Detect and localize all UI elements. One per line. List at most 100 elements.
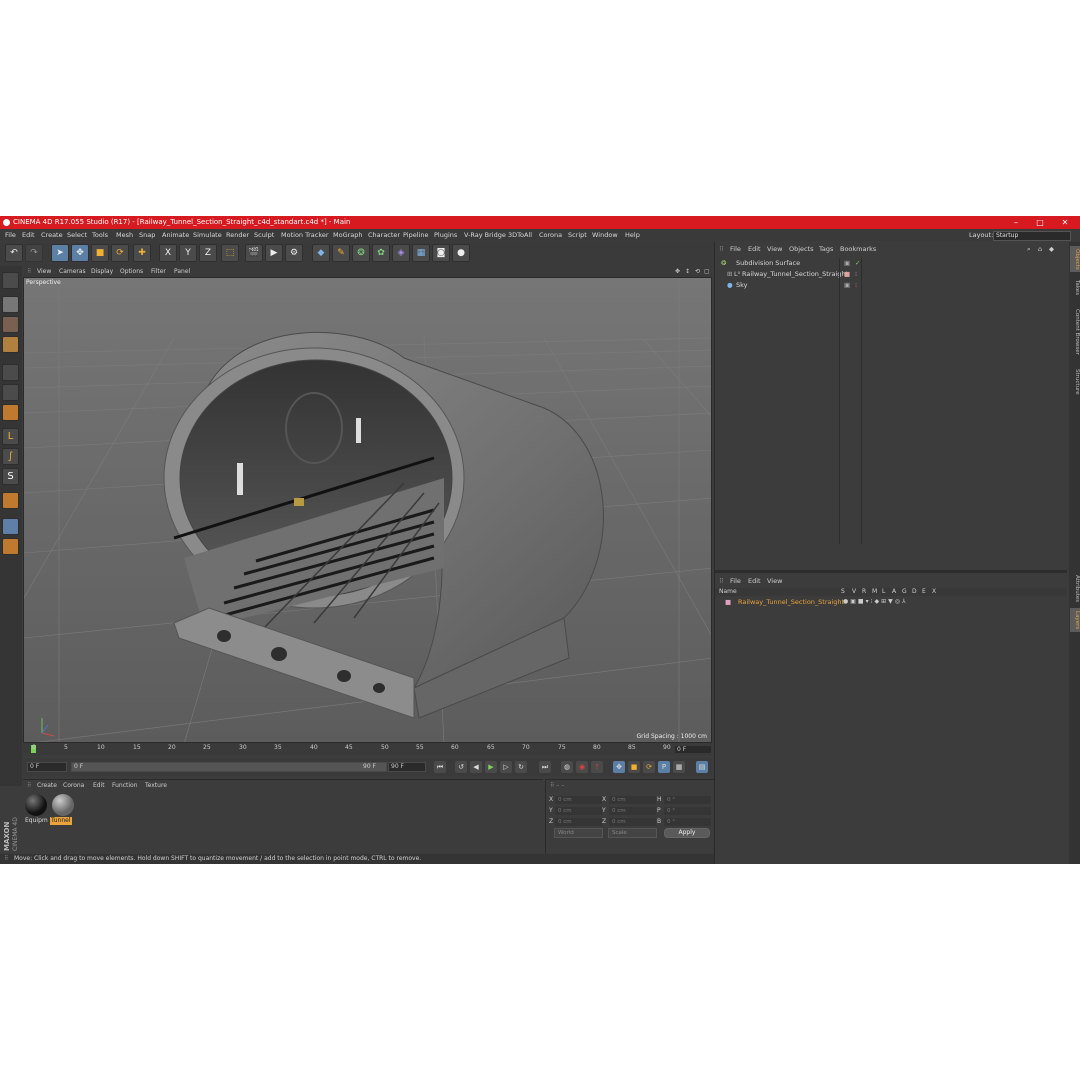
material-swatch-equipm[interactable] [25, 794, 47, 816]
object-menu-bookmarks[interactable]: Bookmarks [840, 244, 876, 255]
rotation-h-field[interactable]: 0 ° [664, 796, 711, 804]
visibility-icon[interactable]: ▣ [844, 258, 850, 268]
edges-mode-icon[interactable] [2, 384, 19, 401]
menu-vray-bridge[interactable]: V-Ray Bridge [464, 229, 506, 241]
menu-mograph[interactable]: MoGraph [333, 229, 363, 241]
object-home-icon[interactable]: ⌂ [1038, 244, 1042, 255]
scale-key-icon[interactable]: ■ [628, 761, 640, 773]
deformer-icon[interactable]: ◈ [392, 244, 410, 262]
material-name[interactable]: Equipm [24, 817, 49, 825]
visibility-dots-icon[interactable]: ⁝ [855, 280, 857, 290]
viewport-rotate-icon[interactable]: ⟲ [695, 266, 700, 277]
render-picture-icon[interactable]: ▶ [265, 244, 283, 262]
start-frame-field[interactable]: 0 F [27, 762, 67, 772]
menu-tools[interactable]: Tools [92, 229, 108, 241]
viewport-zoom-icon[interactable]: ↕ [685, 266, 690, 277]
points-mode-icon[interactable] [2, 364, 19, 381]
material-menu-edit[interactable]: Edit [93, 780, 105, 791]
viewport-toggle-icon[interactable]: ▢ [704, 266, 710, 277]
undo-icon[interactable]: ↶ [5, 244, 23, 262]
menu-file[interactable]: File [5, 229, 16, 241]
end-frame-field[interactable]: 90 F [388, 762, 426, 772]
light-icon[interactable]: ● [452, 244, 470, 262]
layout-select[interactable]: Startup [993, 231, 1071, 241]
floor-icon[interactable]: ▦ [412, 244, 430, 262]
side-tab-objects[interactable]: Objects [1070, 246, 1080, 272]
menu-help[interactable]: Help [625, 229, 640, 241]
previous-key-icon[interactable]: ↺ [455, 761, 467, 773]
lock-workplane-icon[interactable] [2, 518, 19, 535]
menu-sculpt[interactable]: Sculpt [254, 229, 274, 241]
menu-create[interactable]: Create [41, 229, 63, 241]
menu-character[interactable]: Character [368, 229, 400, 241]
layer-menu-file[interactable]: File [730, 576, 741, 587]
material-menu-function[interactable]: Function [112, 780, 138, 791]
workplane-mode-icon[interactable] [2, 336, 19, 353]
menu-motion-tracker[interactable]: Motion Tracker [281, 229, 329, 241]
go-to-start-icon[interactable]: ⏮ [434, 761, 446, 773]
rotation-p-field[interactable]: 0 ° [664, 807, 711, 815]
scale-icon[interactable]: ■ [91, 244, 109, 262]
planar-workplane-icon[interactable] [2, 538, 19, 555]
object-row[interactable]: ⊞ L⁰ Railway_Tunnel_Section_Straight ■ ⁝ [719, 269, 1067, 279]
position-key-icon[interactable]: ✥ [613, 761, 625, 773]
close-button[interactable]: ✕ [1053, 216, 1077, 229]
magnet-icon[interactable] [2, 492, 19, 509]
array-icon[interactable]: ✿ [372, 244, 390, 262]
object-nav-icon[interactable]: ◆ [1049, 244, 1054, 255]
layer-row[interactable]: ■ Railway_Tunnel_Section_Straight ●▣■▾⁝◆… [719, 597, 1067, 607]
side-tab-attributes[interactable]: Attributes [1070, 572, 1080, 606]
viewport-menu-panel[interactable]: Panel [174, 266, 190, 277]
expand-icon[interactable]: ⊞ [727, 269, 732, 279]
menu-pipeline[interactable]: Pipeline [403, 229, 428, 241]
render-view-icon[interactable]: 🎬 [245, 244, 263, 262]
make-editable-icon[interactable] [2, 272, 19, 289]
cube-icon[interactable]: ◆ [312, 244, 330, 262]
object-menu-objects[interactable]: Objects [789, 244, 814, 255]
viewport-move-icon[interactable]: ✥ [675, 266, 680, 277]
material-name-selected[interactable]: Tunnel [50, 817, 72, 825]
layer-col-r[interactable]: R [862, 588, 866, 596]
position-y-field[interactable]: 0 cm [555, 807, 602, 815]
menu-snap[interactable]: Snap [139, 229, 155, 241]
layer-col-x[interactable]: X [932, 588, 936, 596]
z-axis-icon[interactable]: Z [199, 244, 217, 262]
object-name[interactable]: Railway_Tunnel_Section_Straight [742, 269, 848, 279]
material-menu-texture[interactable]: Texture [145, 780, 167, 791]
maximize-button[interactable]: □ [1028, 216, 1052, 229]
position-x-field[interactable]: 0 cm [555, 796, 602, 804]
menu-script[interactable]: Script [568, 229, 587, 241]
menu-window[interactable]: Window [592, 229, 618, 241]
layer-col-g[interactable]: G [902, 588, 907, 596]
current-frame-field[interactable]: 0 F [675, 746, 711, 753]
object-menu-file[interactable]: File [730, 244, 741, 255]
layer-col-e[interactable]: E [922, 588, 926, 596]
perspective-viewport[interactable]: Perspective Grid Spacing : 1000 cm [23, 277, 712, 743]
layer-color-icon[interactable]: ■ [725, 597, 731, 607]
point-level-icon[interactable]: ▦ [673, 761, 685, 773]
axis-mode-icon[interactable]: L [2, 428, 19, 445]
menu-render[interactable]: Render [226, 229, 249, 241]
coordinate-system-icon[interactable]: ⬚ [221, 244, 239, 262]
object-name[interactable]: Subdivision Surface [736, 258, 800, 268]
side-tab-layers[interactable]: Layers [1070, 608, 1080, 632]
record-keys-icon[interactable]: ◍ [561, 761, 573, 773]
layer-color-icon[interactable]: ■ [844, 269, 850, 279]
object-menu-tags[interactable]: Tags [819, 244, 833, 255]
rotation-b-field[interactable]: 0 ° [664, 818, 711, 826]
layer-flag-icons[interactable]: ●▣■▾⁝◆⊞▼◎⅄ [843, 597, 908, 607]
camera-icon[interactable]: ◙ [432, 244, 450, 262]
viewport-menu-cameras[interactable]: Cameras [59, 266, 86, 277]
panel-divider[interactable] [715, 570, 1067, 573]
size-mode-select[interactable]: Scale [608, 828, 657, 838]
layer-col-m[interactable]: M [872, 588, 877, 596]
size-z-field[interactable]: 0 cm [609, 818, 656, 826]
layer-col-a[interactable]: A [892, 588, 896, 596]
timeline-window-icon[interactable]: ▤ [696, 761, 708, 773]
menu-mesh[interactable]: Mesh [116, 229, 133, 241]
play-icon[interactable]: ▶ [485, 761, 497, 773]
menu-corona[interactable]: Corona [539, 229, 562, 241]
object-row[interactable]: ● Sky ▣ ⁝ [719, 280, 1067, 290]
object-menu-edit[interactable]: Edit [748, 244, 761, 255]
object-menu-view[interactable]: View [767, 244, 782, 255]
